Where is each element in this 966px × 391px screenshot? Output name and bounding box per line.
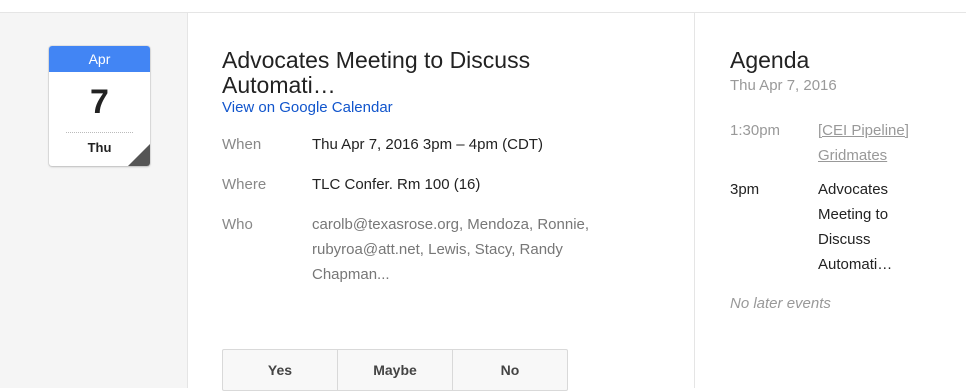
page-curl-icon — [128, 144, 150, 166]
when-row: When Thu Apr 7, 2016 3pm – 4pm (CDT) — [222, 132, 672, 157]
agenda-item-time: 3pm — [730, 181, 760, 198]
agenda-panel: Agenda Thu Apr 7, 2016 1:30pm [CEI Pipel… — [730, 47, 966, 313]
where-row: Where TLC Confer. Rm 100 (16) — [222, 172, 672, 197]
calendar-dotted-divider — [66, 132, 133, 133]
where-value: TLC Confer. Rm 100 (16) — [312, 176, 481, 193]
rsvp-yes-button[interactable]: Yes — [223, 350, 337, 390]
rsvp-maybe-button[interactable]: Maybe — [337, 350, 452, 390]
agenda-item-time: 1:30pm — [730, 122, 781, 139]
calendar-month: Apr — [49, 46, 150, 72]
agenda-date: Thu Apr 7, 2016 — [730, 77, 837, 94]
who-row: Who carolb@texasrose.org, Mendoza, Ronni… — [222, 212, 672, 287]
view-on-google-calendar-link[interactable]: View on Google Calendar — [222, 99, 393, 116]
rsvp-button-group: Yes Maybe No — [222, 349, 568, 391]
agenda-item[interactable]: 1:30pm [CEI Pipeline] Gridmates — [730, 118, 966, 168]
agenda-item-current: 3pm Advocates Meeting to Discuss Automat… — [730, 177, 966, 277]
event-detail-list: When Thu Apr 7, 2016 3pm – 4pm (CDT) Whe… — [222, 132, 672, 287]
who-value: carolb@texasrose.org, Mendoza, Ronnie, r… — [312, 216, 590, 283]
agenda-item-title[interactable]: [CEI Pipeline] Gridmates — [818, 118, 958, 168]
who-label: Who — [222, 216, 253, 233]
calendar-date-icon: Apr 7 Thu — [49, 46, 150, 166]
rsvp-no-button[interactable]: No — [452, 350, 567, 390]
event-details: Advocates Meeting to Discuss Automati… V… — [222, 48, 672, 391]
event-title-line1: Advocates Meeting to Discuss — [222, 47, 531, 73]
column-divider — [694, 13, 695, 388]
event-title: Advocates Meeting to Discuss Automati… — [222, 48, 672, 98]
agenda-title: Agenda — [730, 47, 810, 73]
no-later-events-text: No later events — [730, 295, 831, 312]
when-value: Thu Apr 7, 2016 3pm – 4pm (CDT) — [312, 136, 543, 153]
calendar-day: 7 — [90, 83, 109, 121]
where-label: Where — [222, 176, 267, 193]
when-label: When — [222, 136, 262, 153]
agenda-item-title: Advocates Meeting to Discuss Automati… — [818, 181, 893, 273]
event-title-line2: Automati… — [222, 72, 336, 98]
event-invitation: Apr 7 Thu Advocates Meeting to Discuss A… — [0, 0, 966, 391]
